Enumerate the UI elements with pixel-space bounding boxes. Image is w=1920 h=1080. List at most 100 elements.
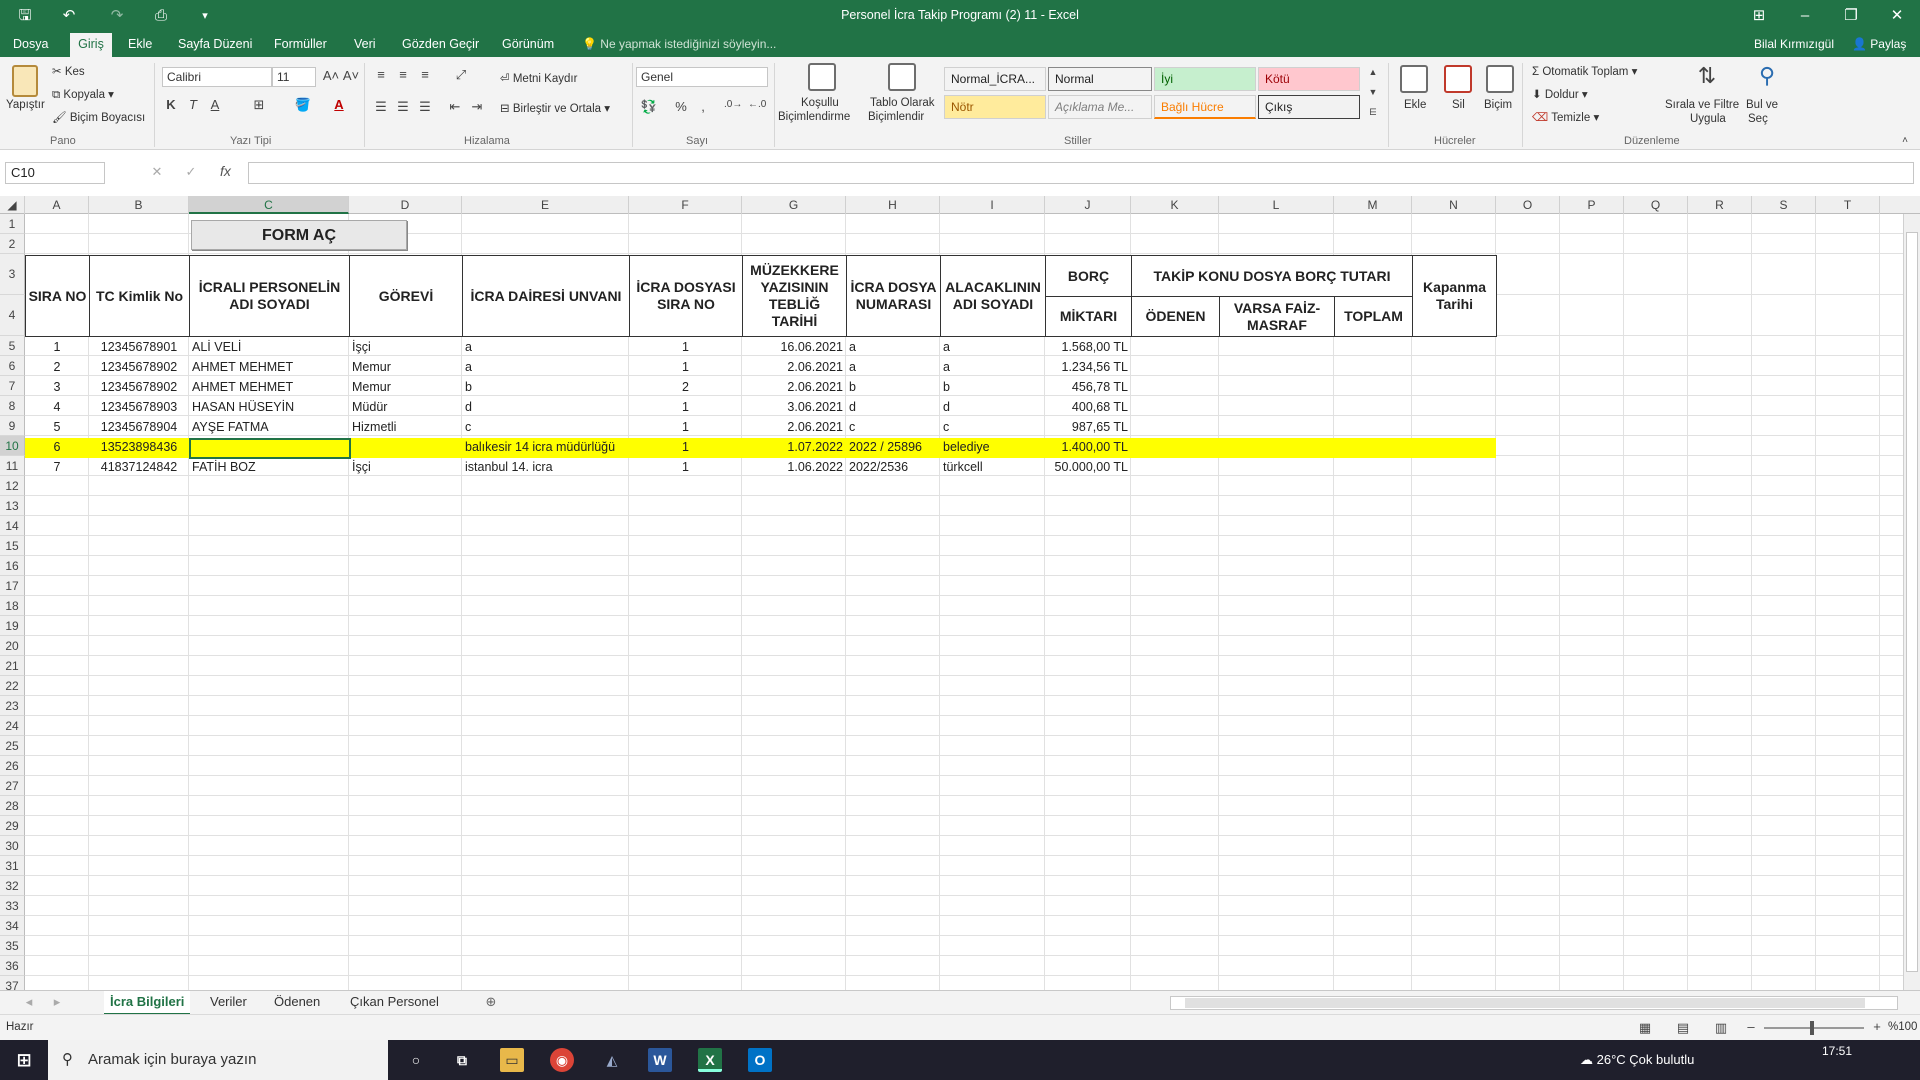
horizontal-scrollbar[interactable] [1170, 996, 1898, 1010]
cell-borc[interactable]: 456,78 TL [1045, 377, 1131, 397]
increase-decimal-icon[interactable]: .0→ [724, 99, 742, 110]
find-select-l1[interactable]: Bul ve [1746, 99, 1778, 111]
cell-gorev[interactable]: İşçi [349, 337, 462, 357]
cell-gorev[interactable]: Hizmetli [349, 417, 462, 437]
autosum-button[interactable]: Σ Otomatik Toplam ▾ [1532, 64, 1637, 78]
cell-sira[interactable]: 6 [25, 437, 89, 457]
cell-tarih[interactable]: 2.06.2021 [742, 377, 846, 397]
cell-borc[interactable]: 400,68 TL [1045, 397, 1131, 417]
cell-gorev[interactable]: İşçi [349, 457, 462, 477]
cell-dno[interactable]: b [846, 377, 940, 397]
formula-input[interactable] [248, 162, 1914, 184]
row-header[interactable]: 2 [0, 234, 25, 254]
sheet-tab-veriler[interactable]: Veriler [204, 991, 253, 1015]
delete-cells-icon[interactable] [1444, 65, 1472, 93]
file-explorer-icon[interactable]: ▭ [500, 1048, 524, 1072]
row-header[interactable]: 35 [0, 936, 25, 956]
orientation-icon[interactable]: ⤢ [452, 67, 470, 83]
cell-dsira[interactable]: 1 [629, 437, 742, 457]
cell-tarih[interactable]: 1.06.2022 [742, 457, 846, 477]
clear-button[interactable]: ⌫ Temizle ▾ [1532, 110, 1599, 124]
row-header[interactable]: 29 [0, 816, 25, 836]
row-header[interactable]: 26 [0, 756, 25, 776]
horizontal-scroll-thumb[interactable] [1185, 998, 1865, 1008]
column-header[interactable]: P [1560, 196, 1624, 214]
merge-center-button[interactable]: ⊟ Birleştir ve Ortala ▾ [500, 101, 610, 115]
insert-cells-button[interactable]: Ekle [1404, 99, 1426, 111]
column-header[interactable]: I [940, 196, 1045, 214]
ribbon-display-icon[interactable]: ⊞ [1736, 0, 1782, 33]
align-top-icon[interactable]: ≡ [372, 67, 390, 82]
row-header[interactable]: 34 [0, 916, 25, 936]
row-header[interactable]: 11 [0, 456, 25, 476]
close-icon[interactable]: ✕ [1874, 0, 1920, 33]
italic-button[interactable]: T [184, 97, 202, 112]
tab-gorunum[interactable]: Görünüm [498, 33, 558, 57]
minimize-icon[interactable]: – [1782, 0, 1828, 33]
find-select-l2[interactable]: Seç [1748, 113, 1768, 125]
decrease-decimal-icon[interactable]: ←.0 [748, 99, 766, 110]
format-cells-icon[interactable] [1486, 65, 1514, 93]
row-header[interactable]: 19 [0, 616, 25, 636]
cancel-entry-icon[interactable]: ✕ [148, 164, 166, 180]
cell-tc[interactable]: 12345678903 [89, 397, 189, 417]
taskbar-search[interactable]: ⚲ Aramak için buraya yazın [48, 1040, 388, 1080]
row-header[interactable]: 30 [0, 836, 25, 856]
row-header[interactable]: 18 [0, 596, 25, 616]
row-header[interactable]: 5 [0, 336, 25, 356]
delete-cells-button[interactable]: Sil [1452, 99, 1465, 111]
cell-alacakli[interactable]: a [940, 337, 1045, 357]
cell-alacakli[interactable]: türkcell [940, 457, 1045, 477]
cell-daire[interactable]: a [462, 337, 629, 357]
task-view-icon[interactable]: ⧉ [450, 1048, 474, 1072]
collapse-ribbon-icon[interactable]: ˄ [1896, 135, 1914, 146]
cell-dsira[interactable]: 2 [629, 377, 742, 397]
underline-button[interactable]: A [206, 97, 224, 112]
style-kotu[interactable]: Kötü [1258, 67, 1360, 91]
cell-tc[interactable]: 12345678901 [89, 337, 189, 357]
cell-borc[interactable]: 987,65 TL [1045, 417, 1131, 437]
cell-dsira[interactable]: 1 [629, 397, 742, 417]
select-all-corner[interactable]: ◢ [0, 196, 25, 214]
sort-filter-icon[interactable]: ⇅ [1692, 63, 1722, 89]
page-break-icon[interactable]: ▥ [1712, 1020, 1730, 1036]
column-header[interactable]: S [1752, 196, 1816, 214]
user-name[interactable]: Bilal Kırmızıgül [1754, 37, 1834, 51]
insert-cells-icon[interactable] [1400, 65, 1428, 93]
cell-ad[interactable]: HASAN HÜSEYİN [189, 397, 349, 417]
column-header[interactable]: R [1688, 196, 1752, 214]
align-middle-icon[interactable]: ≡ [394, 67, 412, 82]
cell-ad[interactable]: AHMET MEHMET [189, 377, 349, 397]
zoom-slider-thumb[interactable] [1810, 1021, 1814, 1035]
cell-daire[interactable]: a [462, 357, 629, 377]
column-header[interactable]: H [846, 196, 940, 214]
row-header[interactable]: 6 [0, 356, 25, 376]
cell-dsira[interactable]: 1 [629, 357, 742, 377]
sheet-tab-cikan-personel[interactable]: Çıkan Personel [344, 991, 445, 1015]
next-sheet-icon[interactable]: ▸ [48, 994, 66, 1010]
cell-sira[interactable]: 7 [25, 457, 89, 477]
style-normal-icra[interactable]: Normal_İCRA... [944, 67, 1046, 91]
align-bottom-icon[interactable]: ≡ [416, 67, 434, 82]
column-header[interactable]: T [1816, 196, 1880, 214]
row-header[interactable]: 13 [0, 496, 25, 516]
row-header[interactable]: 1 [0, 214, 25, 234]
chrome-icon[interactable]: ◉ [550, 1048, 574, 1072]
cell-sira[interactable]: 5 [25, 417, 89, 437]
fill-button[interactable]: ⬇ Doldur ▾ [1532, 87, 1588, 101]
cell-tc[interactable]: 12345678904 [89, 417, 189, 437]
column-header[interactable]: N [1412, 196, 1496, 214]
column-header[interactable]: J [1045, 196, 1131, 214]
cell-tc[interactable]: 41837124842 [89, 457, 189, 477]
weather-widget[interactable]: ☁ 26°C Çok bulutlu [1580, 1052, 1694, 1068]
row-header[interactable]: 8 [0, 396, 25, 416]
tab-gozden-gecir[interactable]: Gözden Geçir [398, 33, 483, 57]
cell-tc[interactable]: 13523898436 [89, 437, 189, 457]
cell-dno[interactable]: 2022 / 25896 [846, 437, 940, 457]
conditional-format-l1[interactable]: Koşullu [801, 97, 839, 109]
font-size-box[interactable]: 11 [272, 67, 316, 87]
share-button[interactable]: 👤 Paylaş [1852, 37, 1906, 51]
row-header[interactable]: 25 [0, 736, 25, 756]
cell-dsira[interactable]: 1 [629, 337, 742, 357]
zoom-out-icon[interactable]: – [1742, 1019, 1760, 1034]
